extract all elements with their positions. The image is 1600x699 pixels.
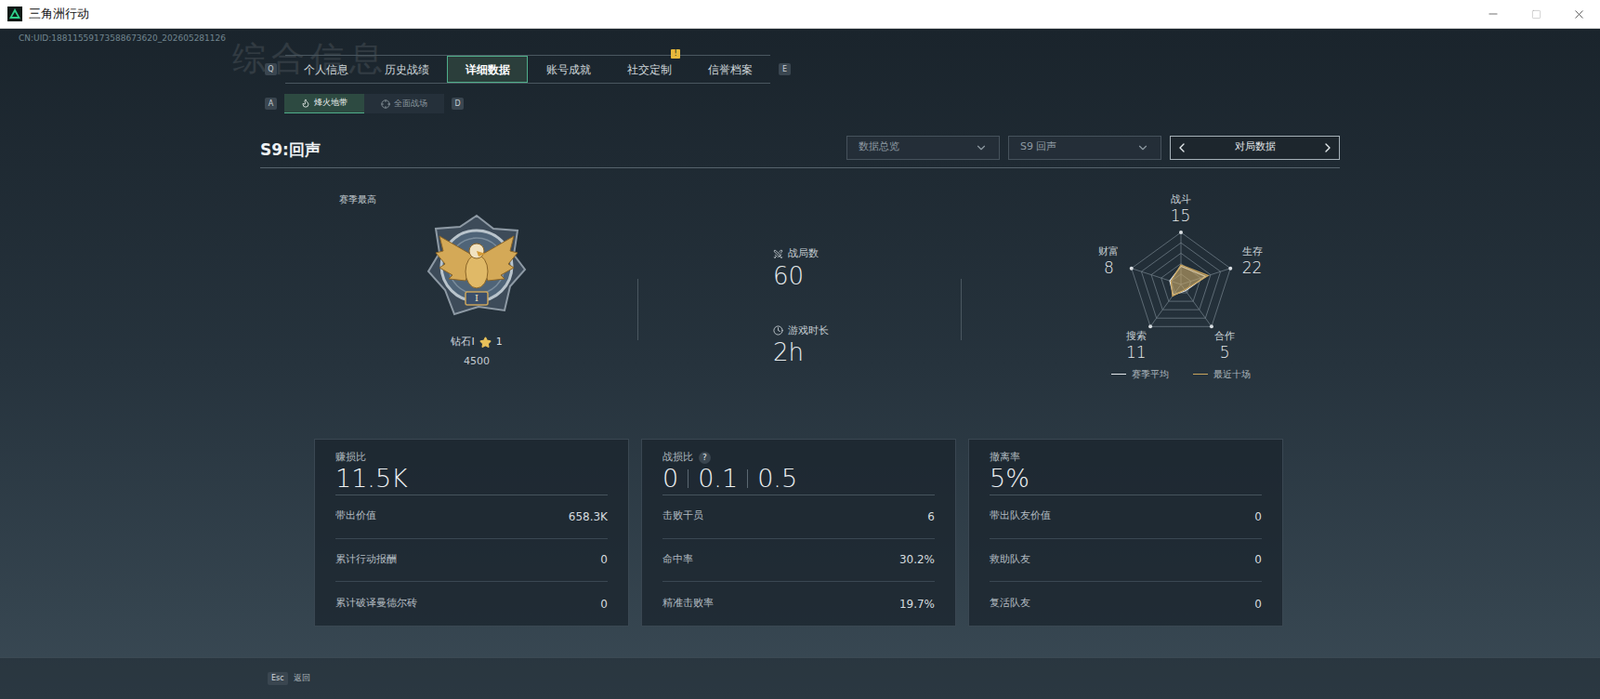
key-hint: E [778, 63, 791, 76]
main-tab[interactable]: 历史战绩 [366, 55, 447, 83]
radar-legend: 赛季平均 最近十场 [1111, 367, 1251, 381]
card-row: 精准击败率19.7% [662, 581, 935, 626]
card-row: 带出价值658.3K [335, 495, 608, 539]
legend-item: 最近十场 [1193, 367, 1251, 381]
title-bar: 三角洲行动 [0, 0, 1600, 29]
key-hint: D [451, 97, 464, 110]
card-row: 命中率30.2% [662, 538, 935, 583]
card-row: 复活队友0 [989, 581, 1262, 626]
main-tabs: Q 个人信息历史战绩详细数据账号成就社交定制!信誉档案 E [264, 54, 1600, 84]
radar-chart: 战斗15 生存22 合作5 搜索11 财富8 赛季平均 最近十场 [1021, 192, 1340, 381]
card-row: 救助队友0 [989, 538, 1262, 583]
maximize-icon [1531, 9, 1542, 20]
card-title: 战损比? [662, 450, 935, 464]
chevron-down-icon [974, 141, 988, 155]
rank-score: 4500 [463, 354, 490, 370]
overview-panel: 战局数60 游戏时长2h [638, 168, 961, 367]
main-tab[interactable]: 社交定制! [608, 55, 690, 83]
tab-badge: ! [670, 49, 681, 59]
card-row: 击败干员6 [662, 495, 935, 539]
uid-text: CN:UID:18811559173588673620_202605281126 [18, 28, 1600, 44]
filter-dropdown[interactable]: 数据总览 [846, 135, 1000, 160]
stat-card: 撤离率5%带出队友价值0救助队友0复活队友0 [968, 438, 1284, 627]
card-row: 带出队友价值0 [989, 495, 1262, 539]
stat-card: 战损比?00.10.5击败干员6命中率30.2%精准击败率19.7% [641, 438, 957, 627]
sub-tab[interactable]: 烽火地带 [284, 93, 365, 114]
content: S9:回声数据总览S9 回声对局数据赛季最高I钻石I14500战局数60游戏时长… [260, 113, 1340, 627]
swords-icon [773, 249, 784, 260]
radar-axis-label: 合作5 [1196, 329, 1253, 362]
data-pager[interactable]: 对局数据 [1169, 135, 1340, 160]
minimize-icon [1486, 7, 1500, 21]
section-divider [960, 278, 962, 341]
value-divider [747, 469, 748, 488]
card-title: 撤离率 [989, 450, 1262, 464]
close-button[interactable] [1557, 0, 1600, 28]
radar-axis-label: 生存22 [1224, 245, 1281, 277]
radar-panel: 战斗15 生存22 合作5 搜索11 财富8 赛季平均 最近十场 [961, 168, 1340, 381]
esc-key[interactable]: Esc [267, 671, 289, 685]
rank-panel: 赛季最高I钻石I14500 [260, 168, 638, 369]
sub-tabs: A 烽火地带全面战场 D [264, 93, 1600, 114]
main-tab[interactable]: 信誉档案 [689, 55, 771, 83]
card-value: 00.10.5 [662, 463, 935, 496]
filter-dropdown[interactable]: S9 回声 [1008, 135, 1162, 160]
rank-name: 钻石I1 [450, 334, 502, 351]
legend-item: 赛季平均 [1111, 367, 1169, 381]
app-window: 三角洲行动综合信息CN:UID:18811559173588673620_202… [0, 0, 1600, 699]
rank-badge: I [420, 209, 533, 322]
window-title: 三角洲行动 [28, 4, 90, 24]
mode-icon [301, 98, 311, 108]
close-icon [1572, 7, 1587, 22]
star-icon [479, 336, 492, 349]
card-row: 累计行动报酬0 [335, 538, 608, 583]
key-hint: Q [264, 63, 277, 76]
chevron-down-icon [1136, 141, 1150, 155]
stat-cards: 赚损比11.5K带出价值658.3K累计行动报酬0累计破译曼德尔砖0战损比?00… [314, 438, 1340, 627]
next-icon[interactable] [1320, 140, 1336, 156]
prev-icon[interactable] [1174, 140, 1190, 156]
season-header: S9:回声 数据总览 S9 回声对局数据 [260, 132, 1340, 169]
back-label[interactable]: 返回 [293, 671, 311, 685]
app-logo-icon [7, 6, 23, 22]
maximize-button[interactable] [1514, 0, 1558, 28]
section-divider [637, 278, 639, 341]
radar-series [1170, 264, 1208, 296]
overview-section: 赛季最高I钻石I14500战局数60游戏时长2h战斗15生存22合作5搜索11财… [260, 168, 1340, 439]
radar-axis-label: 财富8 [1080, 245, 1137, 277]
help-icon[interactable]: ? [698, 451, 711, 464]
eagle-badge-icon [420, 209, 533, 322]
main-tab[interactable]: 详细数据 [446, 55, 528, 83]
card-value: 5% [989, 463, 1262, 496]
mode-icon [380, 99, 391, 109]
card-row: 累计破译曼德尔砖0 [335, 581, 608, 626]
sub-tab[interactable]: 全面战场 [364, 93, 445, 114]
main-tab[interactable]: 账号成就 [527, 55, 609, 83]
radar-axis-label: 搜索11 [1108, 329, 1165, 362]
radar-axis-label: 战斗15 [1153, 193, 1209, 225]
overview-stat: 战局数60 [773, 246, 961, 290]
season-title: S9:回声 [260, 138, 321, 163]
rank-numeral: I [465, 291, 488, 305]
footer-bar: Esc 返回 [0, 656, 1600, 699]
stat-card: 赚损比11.5K带出价值658.3K累计行动报酬0累计破译曼德尔砖0 [314, 438, 630, 627]
overview-stat: 游戏时长2h [773, 323, 961, 368]
card-title: 赚损比 [335, 450, 608, 464]
clock-icon [773, 325, 784, 336]
key-hint: A [264, 97, 277, 110]
card-value: 11.5K [335, 463, 608, 496]
legend-line [1193, 373, 1208, 375]
main-tab[interactable]: 个人信息 [285, 55, 367, 83]
minimize-button[interactable] [1471, 0, 1515, 28]
value-divider [687, 469, 689, 488]
legend-line [1111, 373, 1127, 375]
main-area: 综合信息CN:UID:18811559173588673620_20260528… [0, 28, 1600, 699]
